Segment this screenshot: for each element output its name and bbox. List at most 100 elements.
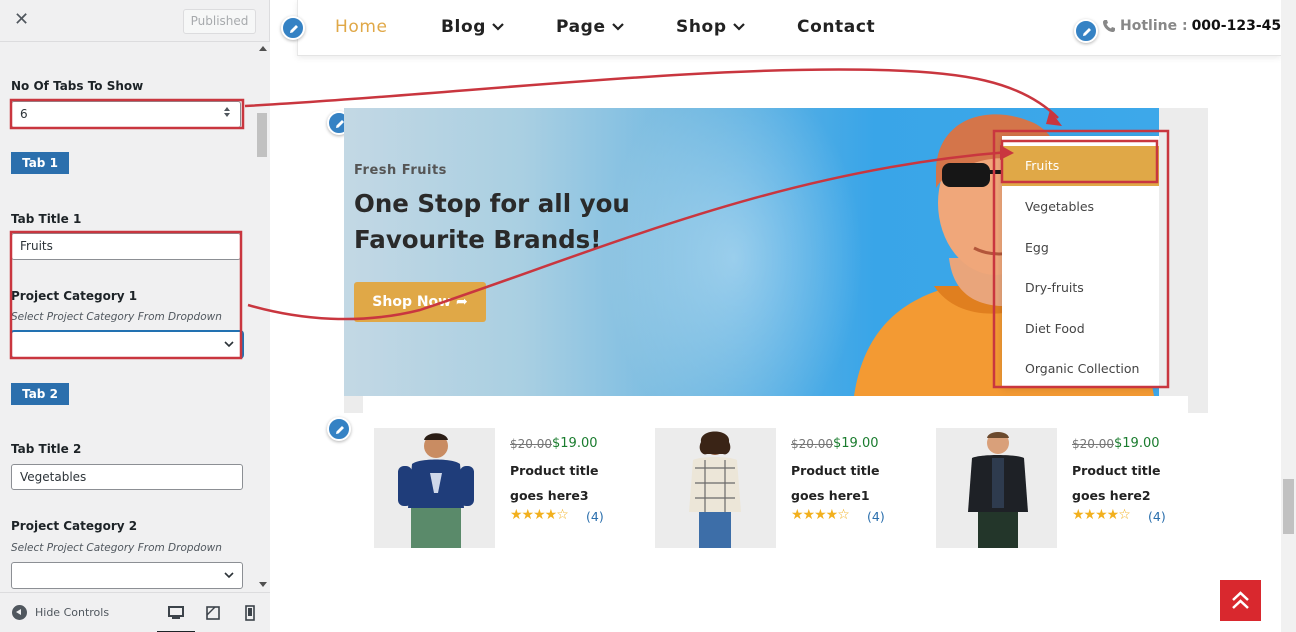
nav-contact[interactable]: Contact xyxy=(797,17,875,37)
nav-shop-label: Shop xyxy=(676,17,727,37)
tabs-count-label: No Of Tabs To Show xyxy=(11,79,144,93)
shop-now-button[interactable]: Shop Now ➦ xyxy=(354,282,486,322)
banner-eyebrow: Fresh Fruits xyxy=(354,163,447,178)
hero-banner: Fresh Fruits One Stop for all you Favour… xyxy=(344,108,1159,396)
nav-page-label: Page xyxy=(556,17,606,37)
nav-blog[interactable]: Blog xyxy=(441,17,504,37)
double-chevron-up-icon xyxy=(1232,591,1249,609)
edit-shortcut-products[interactable] xyxy=(327,417,351,441)
products-strip xyxy=(363,396,1188,414)
tab-title-2-value: Vegetables xyxy=(20,470,87,484)
number-spinner-icon[interactable] xyxy=(223,105,231,123)
product-old-price: $20.00 xyxy=(1072,437,1114,451)
product-image[interactable] xyxy=(936,428,1057,548)
star-rating-icon: ★★★★☆ xyxy=(510,507,569,523)
tabs-count-value: 6 xyxy=(20,107,28,121)
chevron-down-icon xyxy=(492,23,504,31)
pencil-icon xyxy=(290,25,298,33)
desktop-icon xyxy=(168,606,184,619)
category-vegetables[interactable]: Vegetables xyxy=(1002,187,1159,227)
product-old-price: $20.00 xyxy=(510,437,552,451)
chevron-down-icon xyxy=(732,23,745,31)
desktop-preview-button[interactable] xyxy=(157,603,195,632)
product-image[interactable] xyxy=(374,428,495,548)
hotline-number: 000-123-454 xyxy=(1191,18,1291,34)
review-count[interactable]: (4) xyxy=(867,509,885,524)
product-card[interactable]: $20.00 $19.00 Product title goes here2 ★… xyxy=(936,428,1196,548)
chevron-down-icon xyxy=(224,572,234,579)
product-photo-woman xyxy=(689,431,741,548)
mobile-preview-button[interactable] xyxy=(240,603,260,623)
tablet-preview-button[interactable] xyxy=(203,603,223,623)
customizer-sidebar: ✕ Published No Of Tabs To Show 6 Tab 1 T… xyxy=(0,0,270,632)
product-card[interactable]: $20.00 $19.00 Product title goes here1 ★… xyxy=(655,428,915,548)
close-icon[interactable]: ✕ xyxy=(14,11,29,29)
product-image[interactable] xyxy=(655,428,776,548)
sidebar-header: ✕ Published xyxy=(0,0,269,42)
nav-home[interactable]: Home xyxy=(335,17,388,37)
hotline-label: Hotline : xyxy=(1120,18,1188,34)
preview-scrollbar-thumb[interactable] xyxy=(1283,479,1294,534)
published-button[interactable]: Published xyxy=(183,9,256,34)
product-price: $19.00 xyxy=(1114,436,1160,451)
phone-icon xyxy=(1103,20,1115,32)
tab-title-2-input[interactable]: Vegetables xyxy=(11,464,243,490)
product-title[interactable]: Product title goes here1 xyxy=(791,458,916,508)
project-category-1-select[interactable] xyxy=(11,331,243,358)
tab-1-badge: Tab 1 xyxy=(11,152,69,174)
scroll-to-top-button[interactable] xyxy=(1220,580,1261,621)
category-egg[interactable]: Egg xyxy=(1002,228,1159,268)
tab-2-badge: Tab 2 xyxy=(11,383,69,405)
nav-shop[interactable]: Shop xyxy=(676,17,745,37)
scroll-down-icon[interactable] xyxy=(259,582,267,587)
project-category-2-select[interactable] xyxy=(11,562,243,589)
product-title[interactable]: Product title goes here2 xyxy=(1072,458,1197,508)
product-photo-kid xyxy=(398,433,474,548)
chevron-down-icon xyxy=(224,341,234,348)
banner-headline: One Stop for all you Favourite Brands! xyxy=(354,189,630,254)
product-old-price: $20.00 xyxy=(791,437,833,451)
review-count[interactable]: (4) xyxy=(586,509,604,524)
edit-shortcut-header[interactable] xyxy=(1074,19,1098,43)
tabs-count-input[interactable]: 6 xyxy=(11,101,241,128)
category-diet-food[interactable]: Diet Food xyxy=(1002,309,1159,349)
mobile-icon xyxy=(245,605,255,621)
hero-section: Fresh Fruits One Stop for all you Favour… xyxy=(344,108,1208,413)
pencil-icon xyxy=(336,426,344,434)
chevron-down-icon xyxy=(611,23,624,31)
category-organic-collection[interactable]: Organic Collection xyxy=(1002,349,1159,389)
product-card[interactable]: $20.00 $19.00 Product title goes here3 ★… xyxy=(374,428,634,548)
tab-title-1-label: Tab Title 1 xyxy=(11,212,82,226)
sidebar-footer: Hide Controls xyxy=(0,592,270,632)
collapse-icon xyxy=(12,605,27,620)
nav-contact-label: Contact xyxy=(797,17,876,37)
project-category-2-hint: Select Project Category From Dropdown xyxy=(11,542,222,554)
hotline: Hotline : 000-123-454 xyxy=(1102,18,1291,34)
scroll-up-icon[interactable] xyxy=(259,46,267,51)
scrollbar-thumb[interactable] xyxy=(257,113,267,157)
product-photo-man xyxy=(968,432,1028,548)
star-rating-icon: ★★★★☆ xyxy=(791,507,850,523)
tab-title-2-label: Tab Title 2 xyxy=(11,442,82,456)
preview-scrollbar[interactable] xyxy=(1281,0,1296,632)
category-fruits[interactable]: Fruits xyxy=(1002,146,1159,186)
tab-title-1-input[interactable]: Fruits xyxy=(11,233,241,260)
product-title[interactable]: Product title goes here3 xyxy=(510,458,635,508)
hide-controls-button[interactable]: Hide Controls xyxy=(12,605,109,620)
pencil-icon xyxy=(1083,28,1091,36)
edit-shortcut-logo[interactable] xyxy=(281,16,305,40)
review-count[interactable]: (4) xyxy=(1148,509,1166,524)
sidebar-scrollbar[interactable] xyxy=(256,42,270,592)
nav-home-label: Home xyxy=(335,17,388,37)
project-category-2-label: Project Category 2 xyxy=(11,519,138,533)
product-price: $19.00 xyxy=(552,436,598,451)
product-price: $19.00 xyxy=(833,436,879,451)
site-preview: Home Blog Page Shop Contact Hotline : 00… xyxy=(270,0,1296,632)
main-navbar: Home Blog Page Shop Contact Hotline : 00… xyxy=(297,0,1291,56)
tab-title-1-value: Fruits xyxy=(20,239,53,253)
category-dry-fruits[interactable]: Dry-fruits xyxy=(1002,268,1159,308)
nav-page[interactable]: Page xyxy=(556,17,624,37)
sidebar-controls: No Of Tabs To Show 6 Tab 1 Tab Title 1 F… xyxy=(0,42,256,592)
project-category-1-hint: Select Project Category From Dropdown xyxy=(11,311,222,323)
tablet-icon xyxy=(206,606,220,620)
